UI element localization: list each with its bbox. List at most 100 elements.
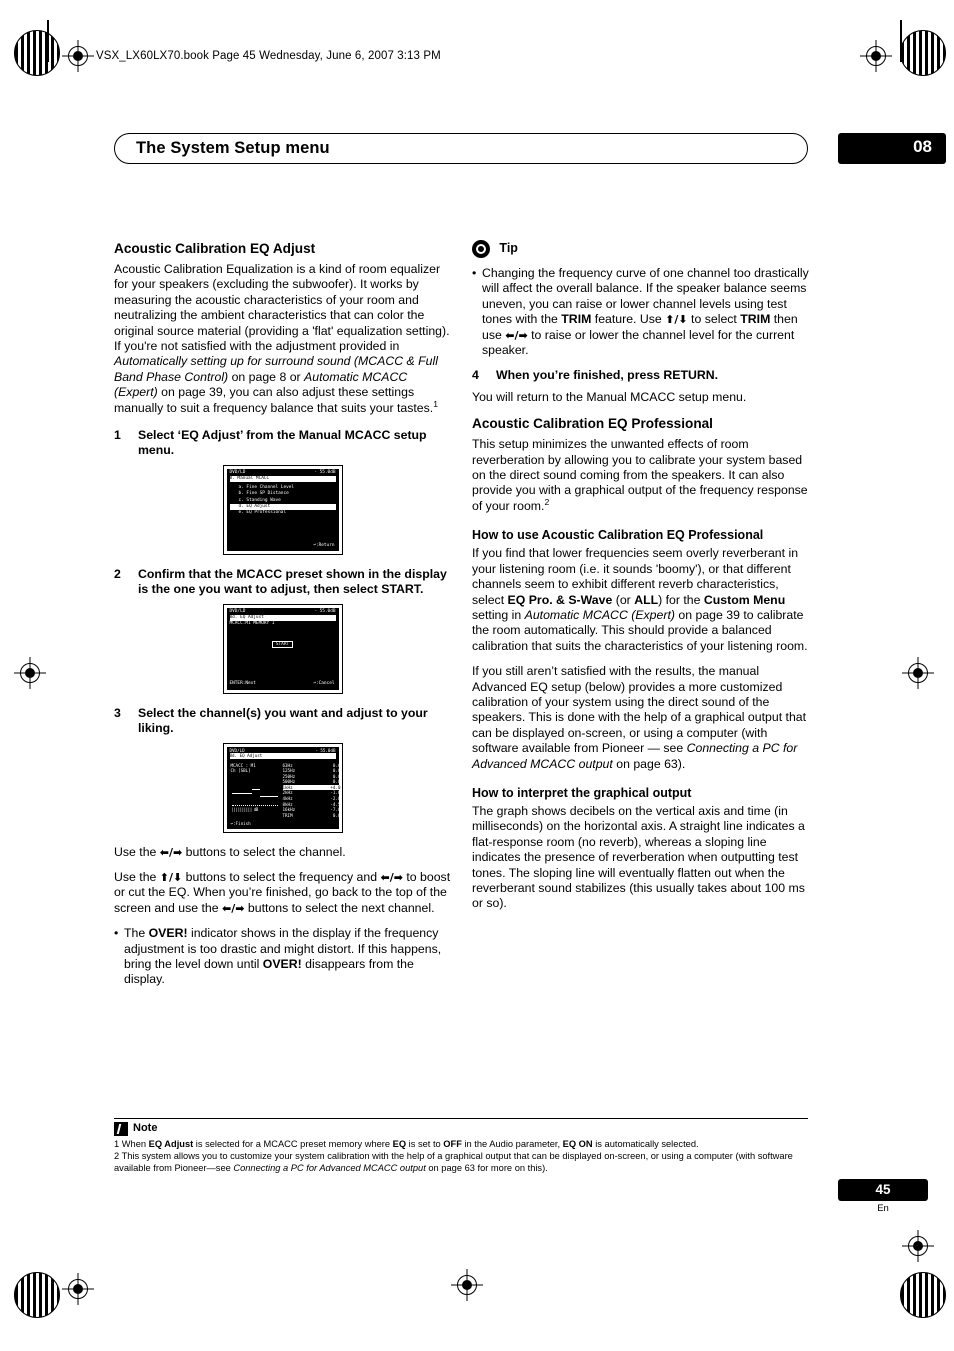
note1-e: is automatically selected. [592, 1139, 699, 1149]
over-label-2: OVER! [262, 956, 302, 971]
osd1-line-e: e. EQ Professional [238, 510, 287, 516]
after3-d: buttons to select the frequency and [182, 869, 381, 884]
left-right-arrow-icon-tip: ⬅/➡ [505, 328, 528, 342]
osd3-eq-graph [231, 783, 278, 806]
intro-text-a: Acoustic Calibration Equalization is a k… [114, 262, 450, 354]
page-number-badge: 45 [838, 1179, 928, 1201]
step-3-number: 3 [114, 705, 121, 720]
osd3-banner: 8d. EQ Adjust [229, 753, 336, 759]
intro-paragraph: Acoustic Calibration Equalization is a k… [114, 262, 451, 416]
osd1-footer-return: ↩:Return [313, 542, 335, 548]
footnotes: 1 When EQ Adjust is selected for a MCACC… [114, 1139, 808, 1175]
footnote-ref-1: 1 [433, 398, 438, 409]
note1-eq-on: EQ ON [562, 1139, 593, 1149]
osd3-freq: TRIM [282, 812, 293, 818]
tip-header: Tip [472, 240, 809, 258]
tip-b: feature. Use [591, 312, 666, 327]
step-4-number: 4 [472, 368, 479, 383]
osd3-left-labels: MCACC : M1 Ch [SBL] [231, 763, 267, 774]
tip-bullet-dot: • [472, 266, 477, 280]
note-label: Note [133, 1122, 158, 1134]
para-eq-professional: This setup minimizes the unwanted effect… [472, 437, 809, 514]
note1-eq: EQ [392, 1139, 407, 1149]
step-2-text: Confirm that the MCACC preset shown in t… [138, 566, 447, 597]
book-file-header: VSX_LX60LX70.book Page 45 Wednesday, Jun… [96, 50, 441, 62]
page-number: 45 [875, 1182, 891, 1197]
osd2-title-right: - 55.0dB [314, 608, 336, 614]
registration-mark-mid-left [14, 657, 46, 689]
crop-mark-bottom-left [14, 1272, 60, 1318]
crop-bar-right-top [900, 20, 902, 62]
up-down-arrow-icon-tip: ⬆/⬇ [665, 313, 688, 327]
subheading-how-to-use: How to use Acoustic Calibration EQ Profe… [472, 528, 764, 543]
trim-label-1: TRIM [561, 312, 592, 327]
language-label: En [877, 1203, 889, 1214]
osd2-footer-left: ENTER:Next [229, 681, 256, 687]
registration-mark-top-left [62, 40, 94, 72]
page-title: The System Setup menu [136, 139, 330, 157]
all-label: ALL [634, 592, 659, 607]
osd2-start-button[interactable]: START [227, 640, 339, 648]
osd3-freq-table: 63Hz 0.0 125Hz 0.0 250Hz 0.0 500Hz 0.0 1kHz +… [282, 763, 341, 819]
note2-italic: Connecting a PC for Advanced MCACC outpu… [233, 1162, 426, 1173]
sub1-g: on page 63). [612, 756, 686, 771]
after3-f: buttons to select the next channel. [244, 900, 435, 915]
step-4-after: You will return to the Manual MCACC setu… [472, 389, 747, 404]
osd2-title-left: DVD/LD [229, 608, 246, 614]
tip-icon [472, 240, 490, 258]
note1-d: in the Audio parameter, [461, 1139, 563, 1149]
after3-a: Use the [114, 844, 160, 859]
step-4: 4 When you’re finished, press RETURN. [472, 368, 809, 383]
footnote-1: 1 When EQ Adjust is selected for a MCACC… [114, 1139, 808, 1150]
note1-a: 1 When [114, 1139, 149, 1149]
osd-screen-eq-adjust-start: DVD/LD - 55.0dB 8d. EQ Adjust MCACC:M1 M… [222, 603, 343, 694]
note1-c: is set to [406, 1139, 444, 1149]
after3-b: buttons to select the channel. [182, 844, 346, 859]
chapter-number-badge: 08 [838, 133, 946, 164]
bullet-a: The [124, 926, 149, 941]
bullet-dot: • [114, 926, 119, 941]
sub1-c: ) for the [658, 592, 704, 607]
step-1-number: 1 [114, 428, 121, 443]
left-right-arrow-icon-3: ⬅/➡ [222, 901, 245, 915]
tip-label: Tip [499, 241, 518, 256]
sub1-d: setting in [472, 607, 525, 622]
osd1-title-right: - 55.0dB [314, 469, 336, 475]
tip-c: to select [687, 312, 741, 327]
step-2-number: 2 [114, 566, 121, 581]
note1-eq-adjust: EQ Adjust [148, 1139, 194, 1149]
osd2-footer-right: ↩:Cancel [313, 681, 335, 687]
para-select-channel: Use the ⬅/➡ buttons to select the channe… [114, 845, 451, 860]
para2-a: This setup minimizes the unwanted effect… [472, 437, 808, 513]
over-label-1: OVER! [148, 926, 188, 941]
crop-mark-bottom-right [900, 1272, 946, 1318]
para-select-frequency: Use the ⬆/⬇ buttons to select the freque… [114, 870, 451, 916]
osd3-axis-ticks: |||||||||| dB [231, 806, 259, 812]
custom-menu-label: Custom Menu [703, 592, 786, 607]
step-3: 3 Select the channel(s) you want and adj… [114, 706, 451, 737]
note-icon [114, 1122, 128, 1136]
trim-label-2: TRIM [740, 312, 771, 327]
right-column: Tip • Changing the frequency curve of on… [472, 240, 809, 922]
note1-off: OFF [443, 1139, 462, 1149]
footnote-2: 2 This system allows you to customize yo… [114, 1151, 808, 1174]
osd-screen-eq-adjust-levels: DVD/LD - 55.0dB 8d. EQ Adjust MCACC : M1… [222, 742, 343, 833]
osd3-title-right: - 55.0dB [315, 747, 336, 753]
footnote-ref-2: 2 [544, 496, 550, 507]
crop-mark-top-left [14, 30, 60, 76]
page: VSX_LX60LX70.book Page 45 Wednesday, Jun… [0, 0, 954, 1351]
osd2-start-label: START [271, 640, 294, 648]
step-4-text: When you’re finished, press RETURN. [496, 368, 719, 383]
up-down-arrow-icon: ⬆/⬇ [159, 870, 183, 884]
tip-bullet: • Changing the frequency curve of one ch… [472, 266, 809, 358]
sub1-b: (or [612, 592, 635, 607]
sub1-italic: Automatic MCACC (Expert) [524, 607, 675, 622]
osd2-footer: ENTER:Next ↩:Cancel [230, 681, 335, 687]
osd1-pane: DVD/LD - 55.0dB 8. Manual MCACC a. Fine … [226, 468, 339, 551]
intro-text-c: on page 39, you can also adjust these se… [114, 385, 434, 415]
registration-mark-bottom-left [62, 1273, 94, 1305]
bullet-text: The OVER! indicator shows in the display… [124, 926, 451, 988]
osd-screen-manual-mcacc: DVD/LD - 55.0dB 8. Manual MCACC a. Fine … [222, 464, 343, 555]
osd3-val: 0.0 [332, 812, 341, 818]
left-right-arrow-icon-2: ⬅/➡ [380, 870, 403, 884]
